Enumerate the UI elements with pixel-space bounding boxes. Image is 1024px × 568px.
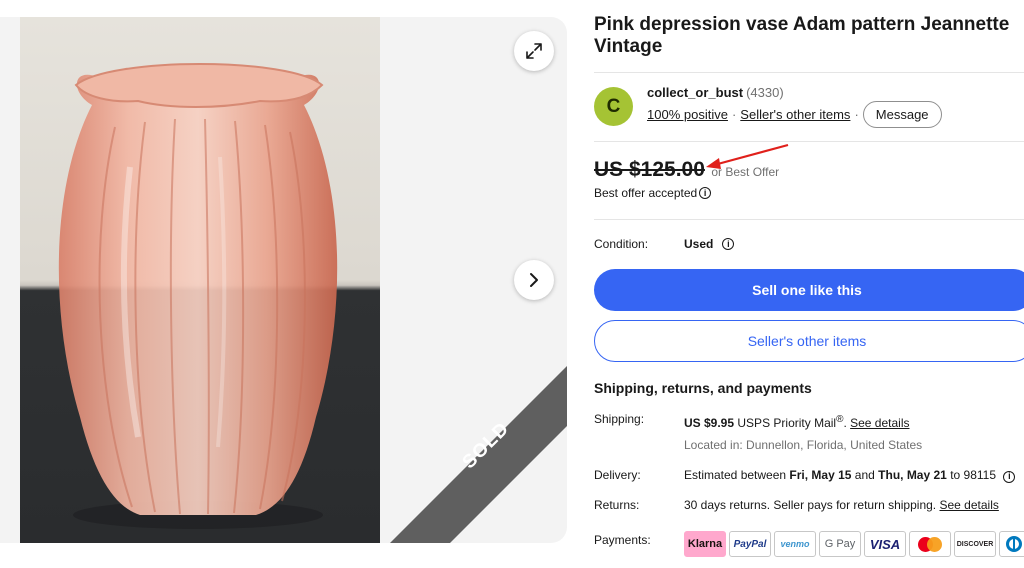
image-viewer: SOLD [0,17,567,543]
seller-username[interactable]: collect_or_bust [647,85,743,100]
delivery-value: Estimated between Fri, May 15 and Thu, M… [684,468,1016,483]
delivery-prefix: Estimated between [684,468,787,482]
klarna-logo: Klarna [684,531,726,557]
returns-label: Returns: [594,498,640,512]
delivery-label: Delivery: [594,468,641,482]
seller-positive-link[interactable]: 100% positive [647,107,728,122]
condition-value: Used [684,237,714,251]
listing-title: Pink depression vase Adam pattern Jeanne… [594,14,1010,57]
visa-logo: VISA [864,531,906,557]
located-in: Located in: Dunnellon, Florida, United S… [684,438,923,452]
divider [594,72,1024,73]
info-icon[interactable]: i [699,187,712,199]
divider [594,219,1024,220]
seller-other-items-link[interactable]: Seller's other items [740,107,850,122]
shipping-cost: US $9.95 [684,416,735,430]
expand-button[interactable] [514,31,554,71]
best-offer-accepted-text: Best offer accepted [594,186,698,200]
sold-ribbon: SOLD [390,357,567,543]
seller-card: C collect_or_bust (4330) 100% positive · … [594,85,1024,129]
avatar[interactable]: C [594,87,633,126]
shipping-value: US $9.95 USPS Priority Mail®. See detail… [684,414,910,430]
sell-one-like-this-button[interactable]: Sell one like this [594,269,1024,311]
best-offer-accepted: Best offer accepted i [594,186,712,200]
separator-dot: · [854,107,859,122]
returns-text: 30 days returns. Seller pays for return … [684,498,937,512]
mastercard-logo [909,531,951,557]
payment-methods: Klarna PayPal venmo G Pay VISA DISCOVER [684,531,1024,557]
next-image-button[interactable] [514,260,554,300]
shipping-method: USPS Priority Mail [737,416,837,430]
product-photo[interactable] [20,17,380,543]
separator-dot: · [731,107,737,122]
shipping-see-details-link[interactable]: See details [850,416,909,430]
price-block: US $125.00 or Best Offer Best offer acce… [594,158,1024,200]
venmo-logo: venmo [774,531,816,557]
condition-label: Condition: [594,237,649,251]
seller-name[interactable]: collect_or_bust (4330) [647,85,784,100]
listing-details: Pink depression vase Adam pattern Jeanne… [594,14,1024,58]
info-icon[interactable]: i [722,238,735,250]
price: US $125.00 [594,158,705,181]
shipping-registered-mark: ® [836,414,844,425]
shipping-section-heading: Shipping, returns, and payments [594,380,812,396]
shipping-label: Shipping: [594,412,645,426]
annotation-arrow [706,143,789,169]
paypal-logo: PayPal [729,531,771,557]
delivery-and: and [854,468,875,482]
delivery-end: Thu, May 21 [878,468,947,482]
diners-club-logo [999,531,1024,557]
condition-value-wrap: Used i [684,237,735,251]
seller-feedback-count: (4330) [746,85,784,100]
returns-value: 30 days returns. Seller pays for return … [684,498,999,512]
payments-label: Payments: [594,533,651,547]
chevron-right-icon [530,273,538,287]
divider [594,141,1024,142]
delivery-start: Fri, May 15 [789,468,852,482]
expand-icon [526,43,542,59]
returns-see-details-link[interactable]: See details [939,498,998,512]
vase-illustration [58,63,338,529]
info-icon[interactable]: i [1003,470,1016,483]
delivery-zip: to 98115 [950,468,997,482]
discover-logo: DISCOVER [954,531,996,557]
message-button[interactable]: Message [862,101,942,128]
sellers-other-items-button[interactable]: Seller's other items [594,320,1024,362]
seller-links: 100% positive · Seller's other items · M… [647,101,942,128]
google-pay-logo: G Pay [819,531,861,557]
